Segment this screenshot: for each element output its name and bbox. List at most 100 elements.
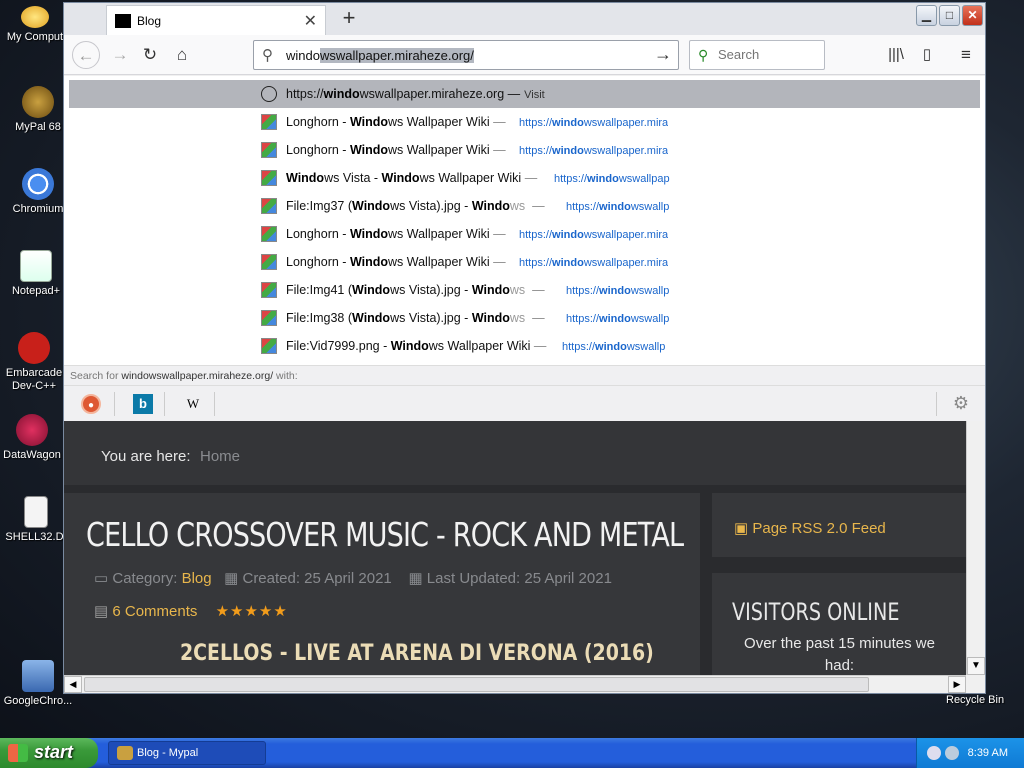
url-text[interactable]: windowswallpaper.miraheze.org/ — [286, 48, 474, 63]
go-arrow-icon[interactable]: → — [654, 44, 672, 65]
autocomplete-row-title: Windows Vista - Windows Wallpaper Wiki — — [286, 171, 538, 185]
wiki-favicon-icon — [261, 282, 277, 298]
autocomplete-row-url: https://windowswallpaper.mira — [519, 145, 669, 157]
article-meta-2: ▤ 6 Comments ★★★★★ — [94, 602, 288, 620]
search-engine-bar: ● b W ⚙ — [64, 385, 985, 421]
chromium-icon — [22, 168, 54, 200]
article-meta: ▭ Category: Blog ▦ Created: 25 April 202… — [94, 570, 612, 587]
taskbar-item-blog[interactable]: Blog - Mypal — [108, 741, 266, 765]
autocomplete-row[interactable]: File:Img41 (Windows Vista).jpg - Windows… — [69, 276, 980, 304]
article: CELLO CROSSOVER MUSIC - ROCK AND METAL ▭… — [64, 493, 700, 675]
breadcrumb: You are here: Home — [64, 421, 966, 485]
autocomplete-row-url: https://windowswallp — [566, 313, 670, 325]
mypal-icon — [117, 746, 133, 760]
autocomplete-row[interactable]: Windows Vista - Windows Wallpaper Wiki —… — [69, 164, 980, 192]
created-date: Created: 25 April 2021 — [242, 570, 392, 587]
autocomplete-row-title: File:Img41 (Windows Vista).jpg - Windows… — [286, 283, 545, 297]
tab-title: Blog — [137, 14, 162, 28]
desktop-icon-devcpp[interactable]: Embarcade Dev-C++ — [0, 332, 72, 393]
updated-date: Last Updated: 25 April 2021 — [426, 570, 612, 587]
article-title: CELLO CROSSOVER MUSIC - ROCK AND METAL — [86, 515, 684, 554]
wiki-favicon-icon — [261, 170, 277, 186]
menu-button[interactable]: ≡ — [952, 41, 980, 69]
autocomplete-row[interactable]: Longhorn - Windows Wallpaper Wiki — http… — [69, 108, 980, 136]
visitors-heading: VISITORS ONLINE — [732, 598, 900, 626]
autocomplete-row[interactable]: File:Img38 (Windows Vista).jpg - Windows… — [69, 304, 980, 332]
autocomplete-row[interactable]: Longhorn - Windows Wallpaper Wiki — http… — [69, 136, 980, 164]
rss-panel: ▣ Page RSS 2.0 Feed — [712, 493, 966, 557]
library-button[interactable]: |||\ — [882, 41, 910, 69]
wiki-favicon-icon — [261, 198, 277, 214]
search-input[interactable] — [718, 47, 818, 62]
article-subtitle: 2CELLOS - LIVE AT ARENA DI VERONA (2016) — [180, 641, 654, 666]
autocomplete-row[interactable]: Longhorn - Windows Wallpaper Wiki — http… — [69, 248, 980, 276]
url-autocomplete-selection: wswallpaper.miraheze.org/ — [319, 48, 474, 63]
sidebar-toggle-button[interactable]: ▯ — [913, 41, 941, 69]
search-box[interactable]: ⚲ — [689, 40, 825, 70]
recycle-bin-label[interactable]: Recycle Bin — [946, 694, 1004, 706]
autocomplete-row-url: https://windowswallpap — [554, 173, 670, 185]
autocomplete-row-url: https://windowswallp — [562, 341, 666, 353]
breadcrumb-home-link[interactable]: Home — [200, 448, 240, 465]
forward-button[interactable]: → — [106, 41, 134, 69]
duckduckgo-icon[interactable]: ● — [81, 394, 101, 414]
maximize-button[interactable]: □ — [939, 5, 960, 26]
search-with-bar: Search for windowswallpaper.miraheze.org… — [64, 365, 985, 385]
autocomplete-row[interactable]: File:Vid7999.png - Windows Wallpaper Wik… — [69, 332, 980, 360]
url-bar[interactable]: ⚲ windowswallpaper.miraheze.org/ → — [253, 40, 679, 70]
datawagon-icon — [16, 414, 48, 446]
autocomplete-row-url: https://windowswallpaper.mira — [519, 117, 669, 129]
reload-button[interactable]: ↻ — [136, 41, 164, 69]
scroll-left-arrow[interactable]: ◀ — [64, 676, 82, 693]
back-button[interactable]: ← — [72, 41, 100, 69]
desktop-icon-label: DataWagon — [3, 449, 61, 461]
autocomplete-row-url: https://windowswallpaper.mira — [519, 257, 669, 269]
window-controls: ▁ □ ✕ — [916, 5, 983, 26]
tab-bar: Blog ✕ + ▁ □ ✕ — [64, 3, 985, 35]
close-window-button[interactable]: ✕ — [962, 5, 983, 26]
vertical-scrollbar[interactable]: ▼ — [966, 421, 985, 675]
comments-link[interactable]: 6 Comments — [112, 603, 197, 620]
gear-icon[interactable]: ⚙ — [953, 393, 969, 414]
volume-icon[interactable] — [945, 746, 959, 760]
wiki-favicon-icon — [261, 338, 277, 354]
autocomplete-row-title: Longhorn - Windows Wallpaper Wiki — — [286, 255, 506, 269]
start-button[interactable]: start — [0, 738, 98, 768]
autocomplete-row[interactable]: Longhorn - Windows Wallpaper Wiki — http… — [69, 220, 980, 248]
category-link[interactable]: Blog — [182, 570, 212, 587]
bing-icon[interactable]: b — [133, 394, 153, 414]
scroll-down-arrow[interactable]: ▼ — [967, 657, 985, 675]
autocomplete-row-title: File:Img38 (Windows Vista).jpg - Windows… — [286, 311, 545, 325]
horizontal-scrollbar[interactable]: ◀ ▶ — [64, 675, 966, 693]
desktop-icon-datawagon[interactable]: DataWagon — [0, 414, 70, 461]
favicon-icon — [115, 14, 131, 28]
autocomplete-row-visit[interactable]: https://windowswallpaper.miraheze.org — V… — [69, 80, 980, 108]
scroll-right-arrow[interactable]: ▶ — [948, 676, 966, 693]
rss-feed-link[interactable]: ▣ Page RSS 2.0 Feed — [734, 519, 886, 537]
taskbar: start Blog - Mypal 8:39 AM — [0, 738, 1024, 768]
tab-close-icon[interactable]: ✕ — [304, 11, 317, 31]
visitors-text: Over the past 15 minutes we had: — [744, 635, 935, 674]
folder-icon: ▭ — [94, 570, 109, 587]
windows-flag-icon — [8, 744, 28, 762]
clock[interactable]: 8:39 AM — [968, 747, 1008, 759]
autocomplete-row-title: Longhorn - Windows Wallpaper Wiki — — [286, 227, 506, 241]
autocomplete-row-title: File:Img37 (Windows Vista).jpg - Windows… — [286, 199, 545, 213]
tab-blog[interactable]: Blog ✕ — [106, 5, 326, 35]
wiki-favicon-icon — [261, 114, 277, 130]
new-tab-button[interactable]: + — [336, 5, 362, 31]
minimize-button[interactable]: ▁ — [916, 5, 937, 26]
home-button[interactable]: ⌂ — [168, 41, 196, 69]
autocomplete-row-url: https://windowswallp — [566, 201, 670, 213]
autocomplete-row-url: https://windowswallpaper.mira — [519, 229, 669, 241]
wiki-favicon-icon — [261, 226, 277, 242]
mypal-icon — [22, 86, 54, 118]
devcpp-icon — [18, 332, 50, 364]
network-icon[interactable] — [927, 746, 941, 760]
rating-stars[interactable]: ★★★★★ — [216, 603, 288, 620]
scrollbar-thumb[interactable] — [84, 677, 869, 692]
autocomplete-row[interactable]: File:Img37 (Windows Vista).jpg - Windows… — [69, 192, 980, 220]
search-add-icon: ⚲ — [698, 47, 709, 63]
autocomplete-row-url: https://windowswallp — [566, 285, 670, 297]
wikipedia-icon[interactable]: W — [183, 394, 203, 414]
